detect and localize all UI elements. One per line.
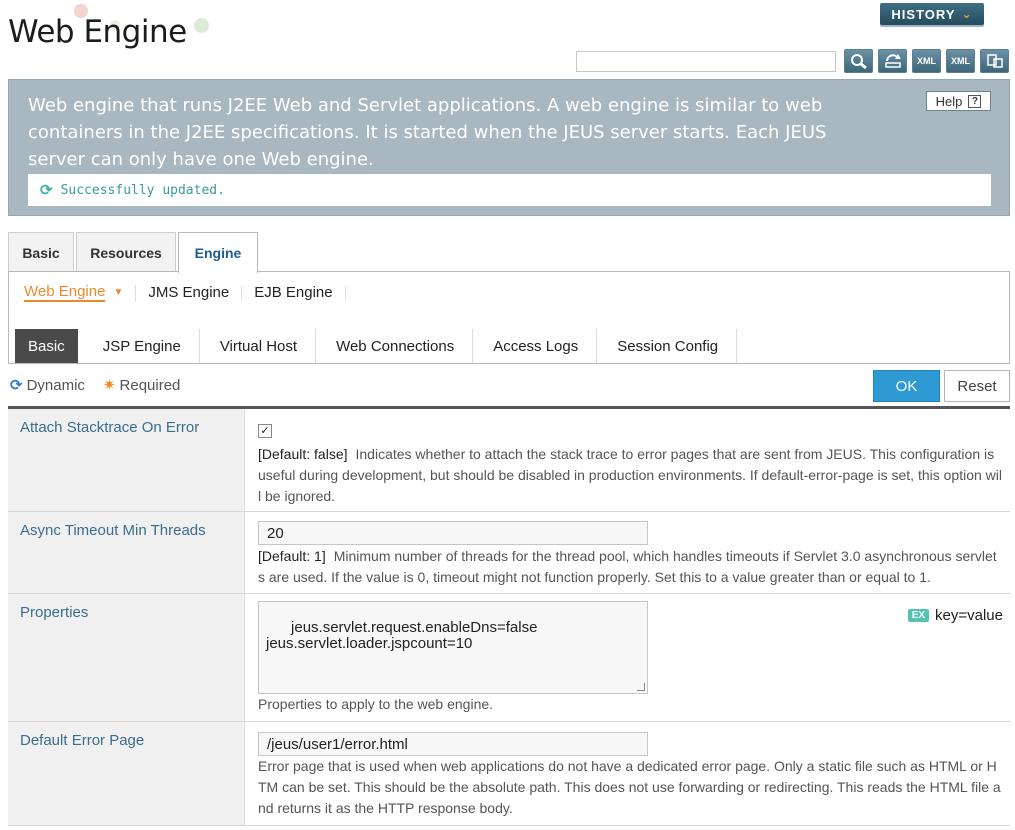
- status-message: ⟳ Successfully updated.: [28, 174, 991, 206]
- tab-resources[interactable]: Resources: [76, 232, 176, 272]
- inner-tab-virtual-host[interactable]: Virtual Host: [202, 329, 317, 363]
- field-help: Error page that is used when web applica…: [258, 758, 1001, 816]
- history-label: HISTORY: [891, 6, 956, 22]
- help-label: Help: [935, 93, 963, 109]
- default-error-page-input[interactable]: [258, 732, 648, 756]
- status-text: Successfully updated.: [60, 182, 225, 198]
- field-help: Properties to apply to the web engine.: [258, 696, 494, 712]
- ok-button[interactable]: OK: [873, 370, 940, 402]
- example-text: key=value: [935, 607, 1003, 624]
- field-default: [Default: 1]: [258, 548, 326, 564]
- history-button[interactable]: HISTORY ⌄: [880, 3, 984, 25]
- inner-tab-web-connections[interactable]: Web Connections: [318, 329, 474, 363]
- inner-tab-jsp-engine[interactable]: JSP Engine: [85, 329, 200, 363]
- properties-value: jeus.servlet.request.enableDns=false jeu…: [266, 619, 538, 652]
- description-text: Web engine that runs J2EE Web and Servle…: [28, 95, 827, 170]
- tab-label: Resources: [90, 244, 162, 261]
- field-description: Indicates whether to attach the stack tr…: [258, 446, 1002, 504]
- inner-tab-basic[interactable]: Basic: [15, 329, 78, 363]
- legend-required: Required: [119, 376, 181, 394]
- tab-label: Virtual Host: [219, 337, 298, 355]
- subnav-web-engine[interactable]: Web Engine ▼: [24, 282, 137, 302]
- refresh-button[interactable]: [878, 49, 907, 73]
- async-timeout-input[interactable]: [258, 521, 648, 545]
- field-default: [Default: false]: [258, 446, 348, 462]
- page-title: Web Engine: [8, 14, 187, 50]
- example-hint: EX key=value: [907, 607, 1003, 624]
- help-button[interactable]: Help ?: [926, 91, 991, 111]
- batch-icon: [986, 54, 1003, 68]
- tab-label: Web Connections: [336, 337, 455, 355]
- inner-tabs: Basic JSP Engine Virtual Host Web Connec…: [8, 314, 1010, 364]
- legend-dynamic: Dynamic: [26, 376, 85, 394]
- field-label: Async Timeout Min Threads: [8, 512, 244, 593]
- attach-stacktrace-checkbox[interactable]: ✓: [258, 424, 272, 438]
- decor-bubble: [194, 18, 209, 33]
- search-button[interactable]: [844, 49, 873, 73]
- dynamic-icon: ⟳: [10, 377, 23, 394]
- legend: ⟳ Dynamic ✷ Required: [10, 376, 181, 395]
- field-help: [Default: 1] Minimum number of threads fo…: [258, 546, 1002, 588]
- sync-icon: ⟳: [40, 181, 53, 199]
- tab-label: Engine: [194, 245, 242, 261]
- top-tabs: Basic Resources Engine: [8, 232, 260, 273]
- form-row-attach-stacktrace: Attach Stacktrace On Error ✓ [Default: f…: [8, 409, 1010, 512]
- subnav-jms-engine[interactable]: JMS Engine: [148, 284, 243, 301]
- search-input[interactable]: [576, 51, 836, 72]
- form-row-properties: Properties jeus.servlet.request.enableDn…: [8, 594, 1010, 722]
- tab-label: Access Logs: [493, 337, 579, 355]
- required-icon: ✷: [102, 377, 116, 394]
- tab-basic[interactable]: Basic: [8, 232, 74, 272]
- properties-textarea[interactable]: jeus.servlet.request.enableDns=false jeu…: [258, 601, 648, 694]
- chevron-down-icon: ⌄: [961, 7, 973, 21]
- xml-upload-icon: XML: [917, 56, 936, 66]
- resize-handle[interactable]: [637, 683, 645, 691]
- batch-button[interactable]: [980, 49, 1009, 73]
- field-description: Minimum number of threads for the thread…: [258, 548, 997, 585]
- tab-label: Session Config: [617, 337, 719, 355]
- description-panel: Web engine that runs J2EE Web and Servle…: [8, 79, 1010, 216]
- magnifier-icon: [850, 54, 867, 69]
- subnav-ejb-engine[interactable]: EJB Engine: [254, 284, 346, 301]
- field-label: Default Error Page: [8, 722, 244, 825]
- question-icon: ?: [968, 94, 982, 108]
- subnav-label: Web Engine: [24, 282, 106, 302]
- tab-engine[interactable]: Engine: [178, 232, 258, 273]
- form-row-default-error-page: Default Error Page Error page that is us…: [8, 722, 1010, 826]
- import-xml-button[interactable]: XML: [946, 49, 975, 73]
- caret-down-icon: ▼: [113, 287, 124, 298]
- tab-label: JSP Engine: [102, 337, 181, 355]
- engine-subnav: Web Engine ▼ JMS Engine EJB Engine: [8, 271, 1010, 315]
- field-help: [Default: false] Indicates whether to att…: [258, 444, 1002, 507]
- form-row-async-timeout: Async Timeout Min Threads [Default: 1]Mi…: [8, 512, 1010, 594]
- subnav-label: EJB Engine: [254, 284, 333, 301]
- export-xml-button[interactable]: XML: [912, 49, 941, 73]
- inner-tab-access-logs[interactable]: Access Logs: [475, 329, 598, 363]
- tab-label: Basic: [28, 337, 65, 355]
- field-label: Properties: [8, 594, 244, 721]
- refresh-icon: [884, 54, 901, 68]
- example-icon: EX: [907, 609, 930, 622]
- reset-button[interactable]: Reset: [944, 370, 1010, 402]
- xml-download-icon: XML: [951, 56, 970, 66]
- subnav-label: JMS Engine: [148, 284, 230, 301]
- field-label: Attach Stacktrace On Error: [8, 409, 244, 511]
- tab-label: Basic: [22, 244, 60, 261]
- inner-tab-session-config[interactable]: Session Config: [599, 329, 738, 363]
